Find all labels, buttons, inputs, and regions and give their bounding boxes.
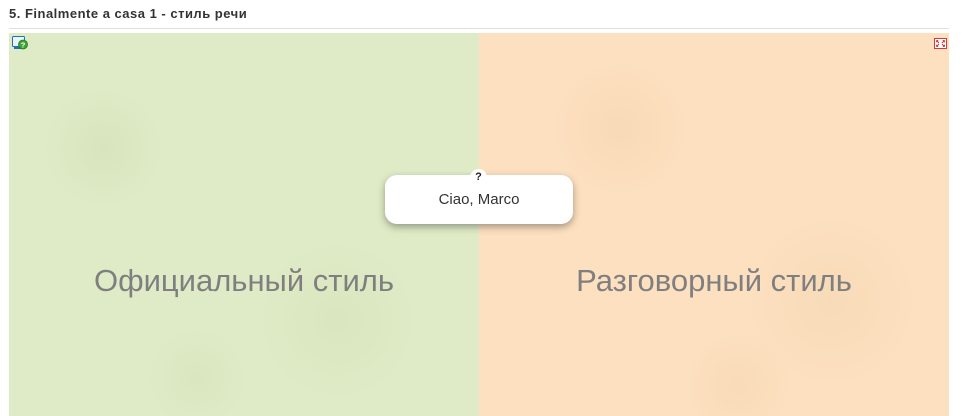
drop-zone-colloquial[interactable]: Разговорный стиль xyxy=(479,33,949,416)
draggable-card[interactable]: ? Ciao, Marco xyxy=(385,169,573,224)
card-hint-button[interactable]: ? xyxy=(470,169,487,186)
drop-zone-colloquial-label: Разговорный стиль xyxy=(576,263,852,298)
help-question-icon[interactable]: ? xyxy=(12,36,28,51)
exercise-page: 5. Finalmente a casa 1 - стиль речи Офиц… xyxy=(0,0,963,416)
exercise-header: 5. Finalmente a casa 1 - стиль речи xyxy=(9,0,949,29)
drop-zone-official-label: Официальный стиль xyxy=(93,263,395,298)
card-text: Ciao, Marco xyxy=(438,191,520,208)
svg-text:?: ? xyxy=(21,40,26,49)
fullscreen-icon[interactable] xyxy=(934,36,947,49)
exercise-title: 5. Finalmente a casa 1 - стиль речи xyxy=(9,6,248,21)
sorting-board: Официальный стиль Разговорный стиль ? ? … xyxy=(9,33,949,416)
drop-zone-official[interactable]: Официальный стиль xyxy=(9,33,479,416)
